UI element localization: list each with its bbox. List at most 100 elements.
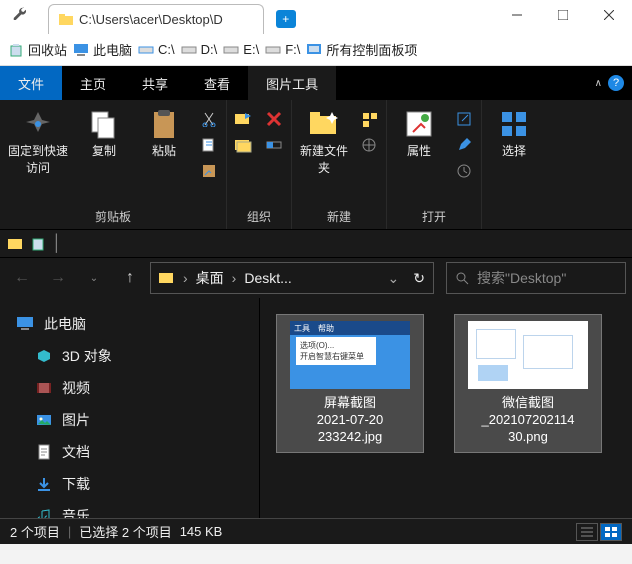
sidebar: 此电脑 3D 对象 视频 图片 文档 下载 音乐 bbox=[0, 298, 260, 518]
qa-recycle-bin[interactable]: 回收站 bbox=[8, 40, 67, 59]
history-button[interactable] bbox=[453, 160, 475, 182]
delete-button[interactable] bbox=[263, 108, 285, 130]
search-input[interactable]: 搜索"Desktop" bbox=[446, 262, 626, 294]
drive-icon bbox=[181, 42, 197, 58]
pin-quick-access-button[interactable]: 固定到快速访问 bbox=[6, 104, 70, 176]
move-to-button[interactable] bbox=[233, 108, 255, 130]
control-panel-icon bbox=[306, 42, 322, 58]
address-dropdown[interactable]: ⌄ bbox=[388, 270, 400, 287]
qa-drive-f[interactable]: F:\ bbox=[265, 42, 300, 58]
qa-control-panel[interactable]: 所有控制面板项 bbox=[306, 40, 417, 59]
help-icon[interactable]: ? bbox=[608, 75, 624, 91]
close-button[interactable] bbox=[586, 0, 632, 30]
tab-file[interactable]: 文件 bbox=[0, 66, 62, 100]
nav-bar: ← → ⌄ ↑ › 桌面 › Deskt... ⌄ ↻ 搜索"Desktop" bbox=[0, 258, 632, 298]
paste-shortcut-button[interactable] bbox=[198, 160, 220, 182]
qa-label: E:\ bbox=[243, 42, 259, 57]
qa-label: D:\ bbox=[201, 42, 218, 57]
tab-view[interactable]: 查看 bbox=[186, 66, 248, 100]
pin-icon bbox=[22, 108, 54, 140]
copy-button[interactable]: 复制 bbox=[78, 104, 130, 159]
file-thumbnail: 工具帮助 选项(O)...开启智慧右键菜单 bbox=[290, 321, 410, 389]
chevron-right-icon: › bbox=[232, 270, 237, 286]
copy-path-button[interactable] bbox=[198, 134, 220, 156]
rename-button[interactable] bbox=[263, 134, 285, 156]
breadcrumb-desktop[interactable]: 桌面 bbox=[196, 268, 224, 288]
sidebar-label: 文档 bbox=[62, 442, 90, 462]
forward-button[interactable]: → bbox=[42, 262, 74, 294]
maximize-button[interactable] bbox=[540, 0, 586, 30]
folder-icon bbox=[59, 13, 73, 27]
minimize-button[interactable] bbox=[494, 0, 540, 30]
pictures-icon bbox=[36, 412, 52, 428]
select-button[interactable]: 选择 bbox=[488, 104, 540, 159]
sidebar-label: 下载 bbox=[62, 474, 90, 494]
tab-share[interactable]: 共享 bbox=[124, 66, 186, 100]
open-button[interactable] bbox=[453, 108, 475, 130]
file-item[interactable]: 工具帮助 选项(O)...开启智慧右键菜单 屏幕截图 2021-07-20 23… bbox=[276, 314, 424, 453]
folder-small-icon[interactable] bbox=[8, 236, 24, 252]
paste-button[interactable]: 粘贴 bbox=[138, 104, 190, 159]
qa-label: F:\ bbox=[285, 42, 300, 57]
status-size: 145 KB bbox=[180, 524, 223, 539]
3d-objects-icon bbox=[36, 348, 52, 364]
easy-access-button[interactable] bbox=[358, 134, 380, 156]
qa-label: C:\ bbox=[158, 42, 175, 57]
browser-tab[interactable]: C:\Users\acer\Desktop\D bbox=[48, 4, 264, 34]
view-details-button[interactable] bbox=[576, 523, 598, 541]
search-placeholder: 搜索"Desktop" bbox=[477, 268, 566, 288]
new-folder-button[interactable]: 新建文件夹 bbox=[298, 104, 350, 176]
cut-button[interactable] bbox=[198, 108, 220, 130]
collapse-ribbon-icon[interactable]: ∧ bbox=[595, 78, 602, 89]
sidebar-item-pictures[interactable]: 图片 bbox=[8, 404, 251, 436]
qa-label: 此电脑 bbox=[93, 40, 132, 59]
folder-icon bbox=[159, 270, 175, 286]
refresh-button[interactable]: ↻ bbox=[413, 270, 425, 287]
recent-dropdown[interactable]: ⌄ bbox=[78, 262, 110, 294]
ribbon-label: 属性 bbox=[407, 142, 431, 159]
sidebar-item-music[interactable]: 音乐 bbox=[8, 500, 251, 518]
sidebar-item-3d-objects[interactable]: 3D 对象 bbox=[8, 340, 251, 372]
ribbon-label: 粘贴 bbox=[152, 142, 176, 159]
breadcrumb-current[interactable]: Deskt... bbox=[244, 270, 291, 286]
file-name: 屏幕截图 2021-07-20 233242.jpg bbox=[317, 395, 384, 446]
properties-button[interactable]: 属性 bbox=[393, 104, 445, 159]
ribbon-label: 新建文件夹 bbox=[298, 142, 350, 176]
ribbon-label: 固定到快速访问 bbox=[6, 142, 70, 176]
customize-icon[interactable] bbox=[12, 6, 26, 20]
delete-icon bbox=[265, 110, 283, 128]
new-tab-button[interactable]: + bbox=[276, 10, 296, 28]
sidebar-item-documents[interactable]: 文档 bbox=[8, 436, 251, 468]
view-icons-button[interactable] bbox=[600, 523, 622, 541]
sidebar-label: 图片 bbox=[62, 410, 90, 430]
recycle-small-icon[interactable] bbox=[30, 236, 46, 252]
videos-icon bbox=[36, 380, 52, 396]
qa-drive-c[interactable]: C:\ bbox=[138, 42, 175, 58]
address-bar[interactable]: › 桌面 › Deskt... ⌄ ↻ bbox=[150, 262, 434, 294]
file-item[interactable]: 微信截图 _202107202114 30.png bbox=[454, 314, 602, 453]
qa-drive-d[interactable]: D:\ bbox=[181, 42, 218, 58]
background-strip bbox=[0, 544, 632, 564]
sidebar-this-pc[interactable]: 此电脑 bbox=[8, 308, 251, 340]
up-button[interactable]: ↑ bbox=[114, 262, 146, 294]
edit-button[interactable] bbox=[453, 134, 475, 156]
sidebar-item-downloads[interactable]: 下载 bbox=[8, 468, 251, 500]
sidebar-item-videos[interactable]: 视频 bbox=[8, 372, 251, 404]
sidebar-label: 音乐 bbox=[62, 506, 90, 518]
qa-this-pc[interactable]: 此电脑 bbox=[73, 40, 132, 59]
tab-picture-tools[interactable]: 图片工具 bbox=[248, 66, 336, 100]
copy-to-icon bbox=[235, 136, 253, 154]
group-clipboard-label: 剪贴板 bbox=[95, 208, 131, 227]
qa-drive-e[interactable]: E:\ bbox=[223, 42, 259, 58]
status-item-count: 2 个项目 bbox=[10, 522, 60, 541]
new-item-icon bbox=[361, 111, 377, 127]
sidebar-label: 此电脑 bbox=[44, 314, 86, 334]
new-item-button[interactable] bbox=[358, 108, 380, 130]
documents-icon bbox=[36, 444, 52, 460]
tab-home[interactable]: 主页 bbox=[62, 66, 124, 100]
titlebar: C:\Users\acer\Desktop\D + bbox=[0, 0, 632, 34]
pc-icon bbox=[73, 42, 89, 58]
copy-to-button[interactable] bbox=[233, 134, 255, 156]
back-button[interactable]: ← bbox=[6, 262, 38, 294]
pc-icon bbox=[16, 315, 34, 333]
